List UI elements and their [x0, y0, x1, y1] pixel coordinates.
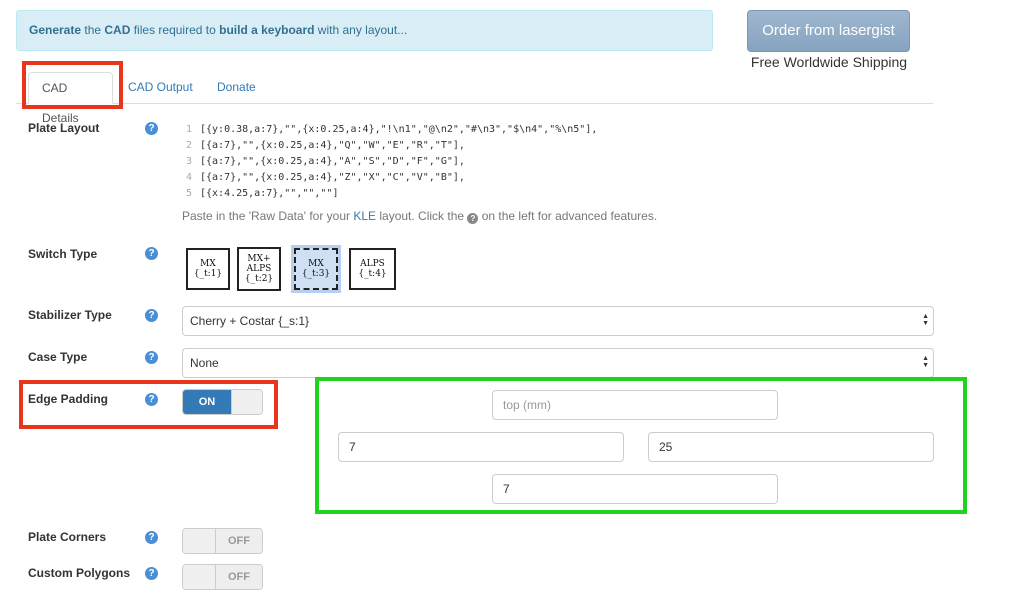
- banner-text: files required to: [130, 23, 220, 37]
- switch-option-text: {_t:4}: [358, 269, 387, 279]
- plate-corners-label: Plate Corners: [28, 530, 107, 544]
- plate-layout-editor[interactable]: 1 [{y:0.38,a:7},"",{x:0.25,a:4},"!\n1","@…: [186, 122, 597, 202]
- shipping-note: Free Worldwide Shipping: [750, 54, 908, 70]
- question-circle-icon[interactable]: ?: [145, 247, 158, 260]
- padding-inputs-highlight-box: [315, 377, 967, 514]
- order-button[interactable]: Order from lasergist: [747, 10, 910, 52]
- stabilizer-type-value: Cherry + Costar {_s:1}: [190, 314, 310, 328]
- toggle-state-off: OFF: [216, 529, 262, 553]
- line-number: 5: [186, 188, 193, 199]
- custom-polygons-label: Custom Polygons: [28, 566, 131, 580]
- switch-option-mx-alps-2[interactable]: MX+ ALPS {_t:2}: [237, 247, 281, 291]
- code-line: 1 [{y:0.38,a:7},"",{x:0.25,a:4},"!\n1","@…: [186, 122, 597, 138]
- banner-text: the: [81, 23, 105, 37]
- question-circle-icon[interactable]: ?: [145, 567, 158, 580]
- question-circle-icon[interactable]: ?: [145, 351, 158, 364]
- up-down-arrow-icon: ▲ ▼: [922, 355, 929, 369]
- question-circle-icon[interactable]: ?: [145, 309, 158, 322]
- question-circle-icon: ?: [467, 213, 479, 224]
- line-number: 4: [186, 172, 193, 183]
- case-type-value: None: [190, 356, 219, 370]
- edge-padding-highlight-box: [19, 380, 278, 429]
- code-text: [{y:0.38,a:7},"",{x:0.25,a:4},"!\n1","@\…: [200, 124, 598, 135]
- banner-text-generate: Generate: [29, 23, 82, 37]
- toggle-knob: [183, 529, 216, 553]
- line-number: 1: [186, 124, 193, 135]
- switch-option-text: MX+: [247, 254, 271, 264]
- up-down-arrow-icon: ▲ ▼: [922, 313, 929, 327]
- code-text: [{a:7},"",{x:0.25,a:4},"Z","X","C","V","…: [200, 172, 465, 183]
- hint-text: layout. Click the: [376, 209, 468, 223]
- info-banner: Generate the CAD files required to build…: [16, 10, 713, 51]
- toggle-knob: [183, 565, 216, 589]
- plate-corners-toggle[interactable]: OFF: [182, 528, 263, 554]
- banner-text: with any layout...: [314, 23, 408, 37]
- code-text: [{a:7},"",{x:0.25,a:4},"Q","W","E","R","…: [200, 140, 465, 151]
- switch-option-text: ALPS: [360, 259, 385, 269]
- switch-option-mx-1[interactable]: MX {_t:1}: [186, 248, 230, 290]
- case-type-label: Case Type: [28, 350, 88, 364]
- plate-layout-hint: Paste in the 'Raw Data' for your KLE lay…: [182, 209, 657, 224]
- line-number: 3: [186, 156, 193, 167]
- case-type-select[interactable]: None ▲ ▼: [182, 348, 934, 378]
- code-line: 3 [{a:7},"",{x:0.25,a:4},"A","S","D","F",…: [186, 154, 597, 170]
- switch-option-text: MX: [308, 259, 324, 269]
- hint-text: on the left for advanced features.: [478, 209, 658, 223]
- stabilizer-type-label: Stabilizer Type: [28, 308, 112, 322]
- tab-donate[interactable]: Donate: [204, 72, 269, 104]
- kle-link[interactable]: KLE: [353, 209, 376, 223]
- stabilizer-type-select[interactable]: Cherry + Costar {_s:1} ▲ ▼: [182, 306, 934, 336]
- code-line: 2 [{a:7},"",{x:0.25,a:4},"Q","W","E","R",…: [186, 138, 597, 154]
- tab-cad-output[interactable]: CAD Output: [115, 72, 206, 104]
- custom-polygons-toggle[interactable]: OFF: [182, 564, 263, 590]
- switch-option-mx-3[interactable]: MX {_t:3}: [294, 248, 338, 290]
- code-line: 4 [{a:7},"",{x:0.25,a:4},"Z","X","C","V",…: [186, 170, 597, 186]
- line-number: 2: [186, 140, 193, 151]
- question-circle-icon[interactable]: ?: [145, 531, 158, 544]
- switch-option-text: ALPS: [246, 264, 272, 274]
- toggle-state-off: OFF: [216, 565, 262, 589]
- tab-highlight-box: [22, 61, 123, 109]
- switch-option-text: {_t:1}: [193, 269, 223, 279]
- hint-text: Paste in the 'Raw Data' for your: [182, 209, 354, 223]
- switch-type-label: Switch Type: [28, 247, 98, 261]
- switch-option-alps-4[interactable]: ALPS {_t:4}: [349, 248, 396, 290]
- banner-text-cad: CAD: [104, 23, 131, 37]
- plate-layout-label: Plate Layout: [28, 121, 100, 135]
- banner-text-build: build a keyboard: [219, 23, 315, 37]
- code-text: [{x:4.25,a:7},"","",""]: [200, 188, 339, 199]
- question-circle-icon[interactable]: ?: [145, 122, 158, 135]
- switch-option-text: {_t:3}: [301, 269, 331, 279]
- switch-option-text: {_t:2}: [244, 274, 274, 284]
- code-text: [{a:7},"",{x:0.25,a:4},"A","S","D","F","…: [200, 156, 465, 167]
- switch-option-text: MX: [200, 259, 216, 269]
- code-line: 5 [{x:4.25,a:7},"","",""]: [186, 186, 597, 202]
